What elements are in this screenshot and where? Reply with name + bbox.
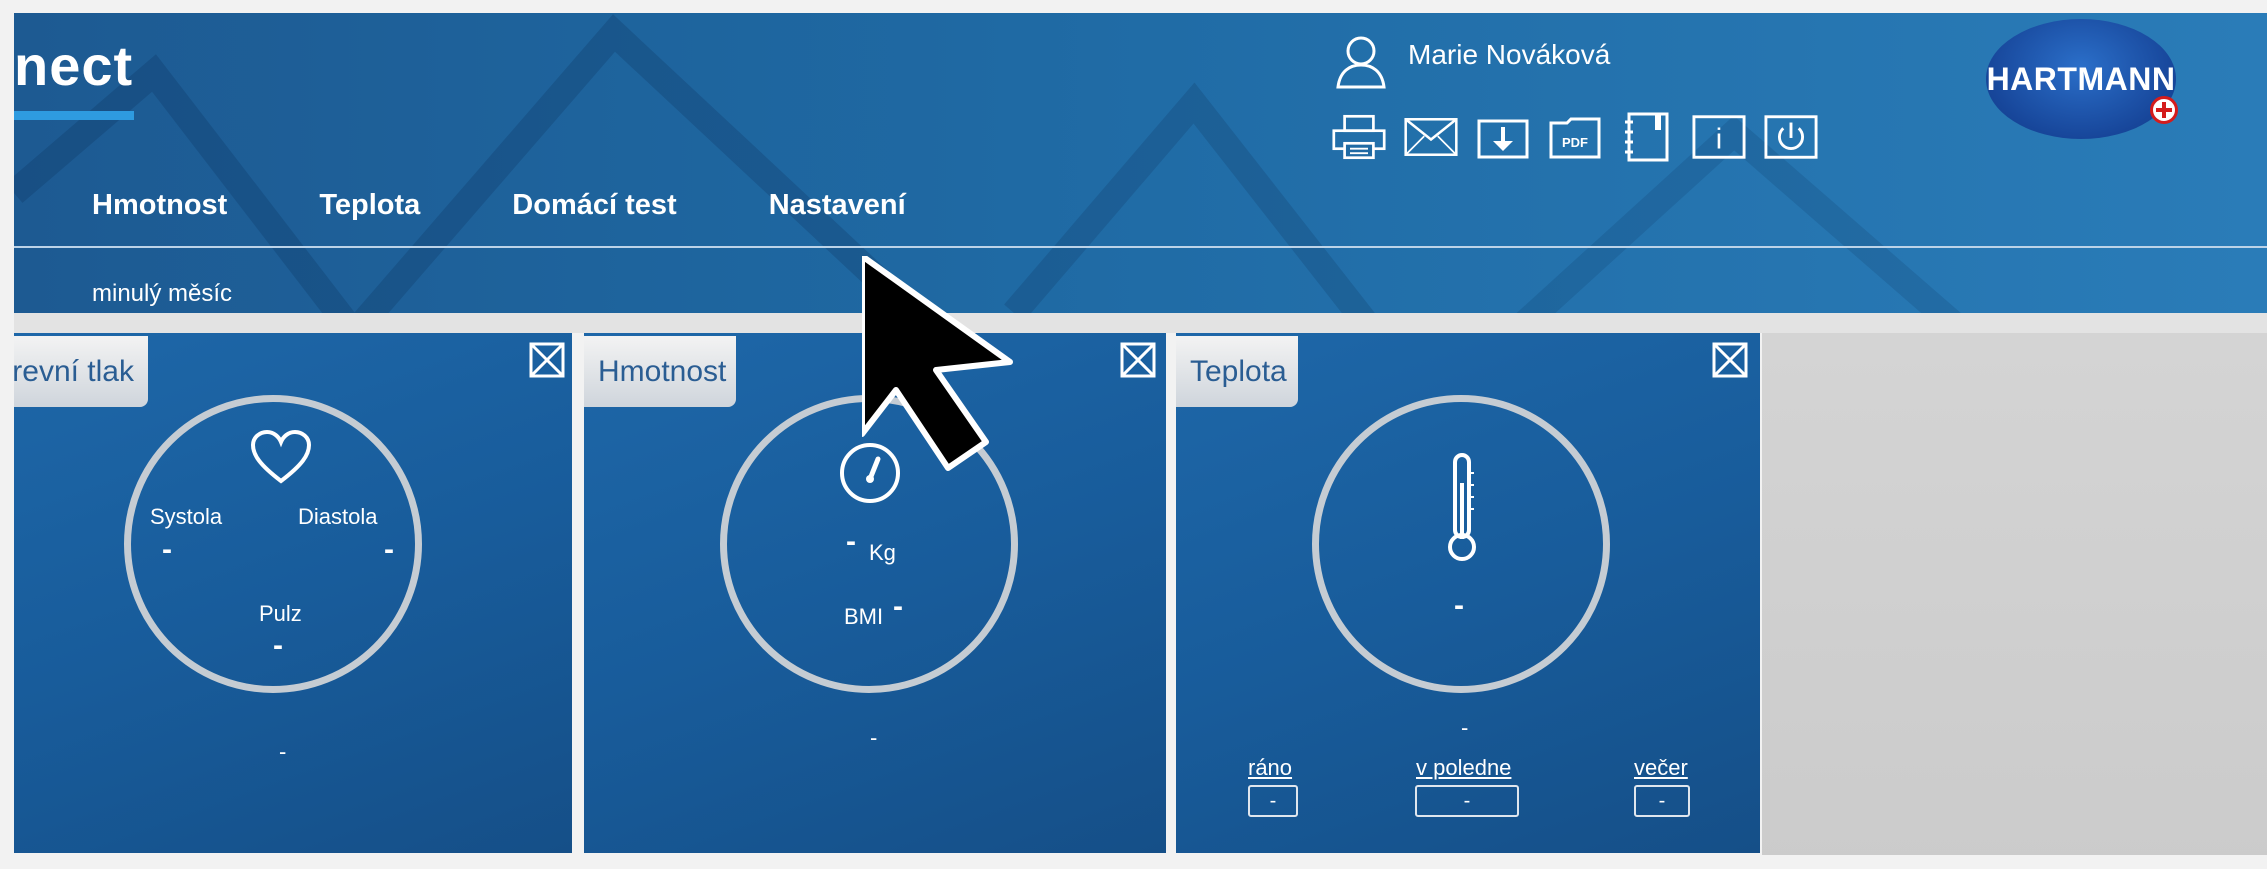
last-measurement: - xyxy=(1461,715,1469,740)
nav-item-nastaveni[interactable]: Nastavení xyxy=(769,189,906,222)
download-icon[interactable] xyxy=(1476,113,1530,161)
period-filter[interactable]: minulý měsíc xyxy=(92,280,232,308)
close-icon[interactable] xyxy=(1712,342,1748,378)
user-name: Marie Nováková xyxy=(1408,38,1611,70)
empty-widget-area xyxy=(1762,333,2267,869)
last-measurement: - xyxy=(870,725,878,750)
app-title-underline xyxy=(14,111,134,120)
morning-label: ráno xyxy=(1248,755,1293,780)
pdf-label: PDF xyxy=(1562,135,1588,150)
pulz-value: - xyxy=(273,629,283,662)
heart-icon xyxy=(250,429,312,484)
main-nav: Hmotnost Teplota Domácí test Nastavení xyxy=(92,189,906,222)
background-decoration xyxy=(14,14,1961,313)
nav-item-hmotnost[interactable]: Hmotnost xyxy=(92,189,227,222)
content-separator xyxy=(14,313,2267,333)
morning-value[interactable]: - xyxy=(1248,785,1298,817)
info-icon[interactable]: i xyxy=(1692,113,1746,161)
app-title: nect xyxy=(14,34,134,97)
card-title: Teplota xyxy=(1176,336,1298,407)
close-icon[interactable] xyxy=(529,342,565,378)
cross-badge-icon xyxy=(2150,96,2178,124)
noon-label: v poledne xyxy=(1416,755,1512,780)
systola-value: - xyxy=(162,533,172,566)
diastola-label: Diastola xyxy=(298,504,378,529)
card-title: Krevní tlak xyxy=(14,336,148,407)
card-title: Hmotnost xyxy=(584,336,736,407)
pulz-label: Pulz xyxy=(259,601,302,626)
power-icon[interactable] xyxy=(1764,113,1818,161)
thermometer-icon xyxy=(1448,453,1476,561)
nav-divider xyxy=(14,246,2267,248)
evening-value[interactable]: - xyxy=(1634,785,1690,817)
close-icon[interactable] xyxy=(1120,342,1156,378)
bmi-label: BMI xyxy=(844,604,884,629)
user-info[interactable]: Marie Nováková xyxy=(1334,33,1610,96)
info-label: i xyxy=(1716,124,1722,156)
notebook-icon[interactable] xyxy=(1620,112,1674,162)
toolbar: PDF i xyxy=(1332,112,1818,162)
nav-item-domaci-test[interactable]: Domácí test xyxy=(512,189,676,222)
last-measurement: - xyxy=(279,739,287,764)
weight-unit: Kg xyxy=(869,540,896,565)
blood-pressure-card: Krevní tlak Systola - Diastola - Pulz - … xyxy=(14,333,572,853)
mail-icon[interactable] xyxy=(1404,113,1458,161)
bmi-value: - xyxy=(893,590,903,623)
printer-icon[interactable] xyxy=(1332,113,1386,161)
mouse-cursor-icon xyxy=(862,256,1013,471)
temperature-value: - xyxy=(1454,589,1464,622)
page-footer-band xyxy=(0,855,2267,869)
user-icon xyxy=(1334,33,1388,96)
diastola-value: - xyxy=(384,533,394,566)
pdf-icon[interactable]: PDF xyxy=(1548,113,1602,161)
systola-label: Systola xyxy=(150,504,223,529)
app-header: nect Marie Nováková PDF i HARTMANN Hmotn… xyxy=(14,13,2267,313)
weight-value: - xyxy=(846,525,856,558)
hartmann-logo: HARTMANN xyxy=(1986,19,2176,139)
noon-value[interactable]: - xyxy=(1415,785,1519,817)
temperature-card: Teplota - - ráno - v poledne - večer - xyxy=(1176,333,1760,853)
nav-item-teplota[interactable]: Teplota xyxy=(319,189,420,222)
evening-label: večer xyxy=(1634,755,1688,780)
